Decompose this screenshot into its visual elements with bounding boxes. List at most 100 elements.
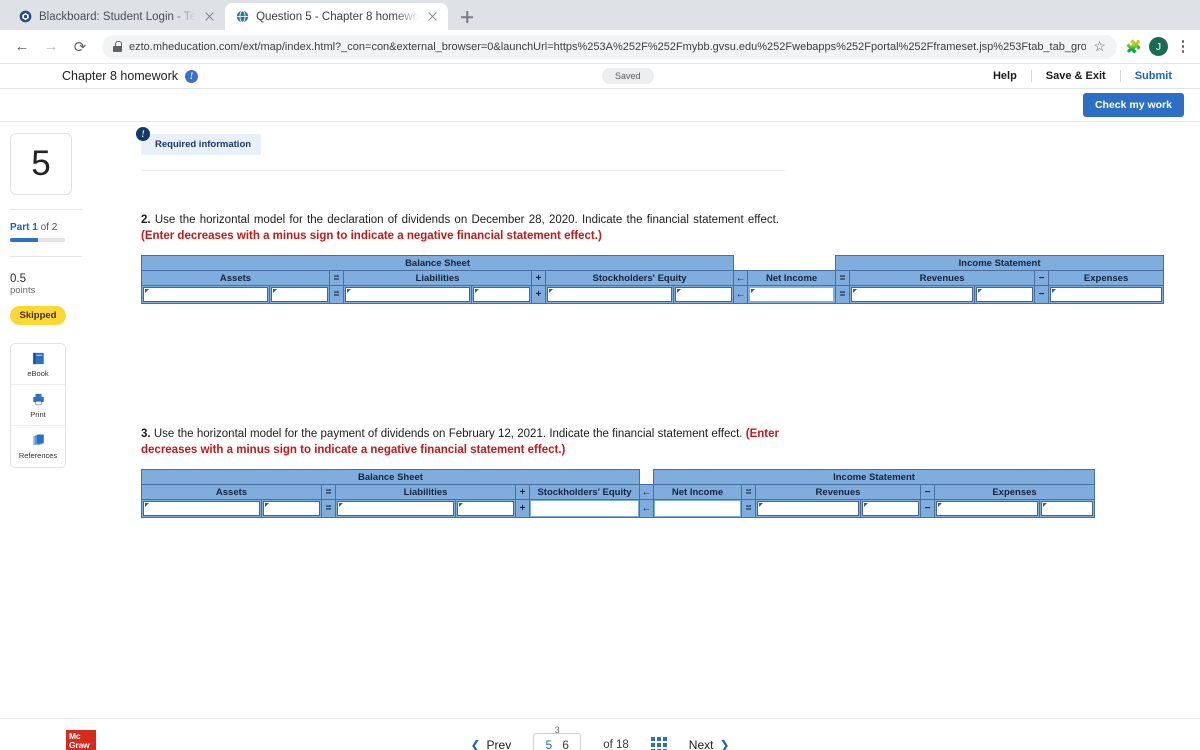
page-number-box[interactable]: 3 5 6 — [533, 725, 582, 750]
cell-expenses-amount[interactable] — [1038, 499, 1096, 518]
operator-equals: = — [321, 499, 336, 518]
cell-expenses-label[interactable] — [934, 499, 1040, 518]
prev-button[interactable]: ❮ Prev — [470, 738, 511, 750]
close-icon[interactable] — [426, 10, 439, 23]
chrome-menu-icon[interactable] — [1175, 40, 1191, 53]
next-page-number[interactable]: 6 — [562, 738, 569, 750]
cell-net-income[interactable] — [747, 285, 837, 304]
revenues-label-input[interactable] — [851, 287, 974, 302]
page-body: 5 Part 1 of 2 0.5 points Skipped eBook P… — [0, 122, 1200, 718]
revenues-amount-input[interactable] — [976, 287, 1034, 302]
operator-plus: + — [531, 285, 546, 304]
cell-liabilities-amount[interactable] — [455, 499, 516, 518]
address-bar[interactable]: ezto.mheducation.com/ext/map/index.html?… — [102, 34, 1117, 59]
expenses-label-input[interactable] — [936, 501, 1038, 516]
sidebar-item-ebook[interactable]: eBook — [11, 344, 65, 385]
help-button[interactable]: Help — [979, 70, 1031, 82]
expenses-amount-input[interactable] — [1041, 501, 1094, 516]
equity-amount-input[interactable] — [675, 287, 733, 302]
page-total: of 18 — [603, 738, 629, 750]
assets-label-input[interactable] — [143, 287, 268, 302]
assets-amount-input[interactable] — [263, 501, 320, 516]
sidebar-item-references[interactable]: References — [11, 426, 65, 467]
question-2-text: 2. Use the horizontal model for the decl… — [141, 212, 779, 244]
cell-assets-label[interactable] — [141, 499, 262, 518]
points-label: points — [10, 285, 36, 296]
current-page[interactable]: 5 — [546, 738, 553, 750]
revenues-amount-input[interactable] — [862, 501, 919, 516]
cell-revenues-amount[interactable] — [860, 499, 921, 518]
url-text: ezto.mheducation.com/ext/map/index.html?… — [129, 40, 1087, 53]
cell-assets-amount[interactable] — [269, 285, 330, 304]
next-button[interactable]: Next ❯ — [689, 738, 730, 750]
group-header-balance-sheet: Balance Sheet — [140, 255, 735, 271]
operator-arrow: ← — [733, 270, 749, 286]
question-2-body: Use the horizontal model for the declara… — [150, 214, 779, 226]
net-income-input[interactable] — [749, 287, 835, 302]
extensions-icon[interactable]: 🧩 — [1126, 39, 1142, 55]
expenses-input[interactable] — [1050, 287, 1163, 302]
table-gap — [733, 255, 836, 271]
operator-plus: + — [531, 270, 546, 286]
cell-revenues-label[interactable] — [755, 499, 861, 518]
status-badge-skipped: Skipped — [10, 306, 66, 325]
liabilities-label-input[interactable] — [345, 287, 470, 302]
required-information-row: ! Required information — [136, 127, 1200, 164]
browser-chrome: Blackboard: Student Login - Te Question … — [0, 0, 1200, 64]
assets-label-input[interactable] — [143, 501, 260, 516]
reload-icon[interactable]: ⟳ — [67, 34, 93, 60]
liabilities-amount-input[interactable] — [473, 287, 530, 302]
question-number-card: 5 — [10, 133, 72, 195]
horizontal-model-table-3: Balance Sheet Income Statement Assets = … — [141, 469, 1096, 518]
equity-label-input[interactable] — [547, 287, 672, 302]
operator-arrow: ← — [733, 285, 749, 304]
cell-expenses[interactable] — [1048, 285, 1165, 304]
tab-title: Question 5 - Chapter 8 homewo — [256, 10, 420, 23]
col-header-stockholders-equity: Stockholders' Equity — [544, 270, 735, 286]
cell-revenues-label[interactable] — [849, 285, 976, 304]
browser-tab-question5[interactable]: Question 5 - Chapter 8 homewo — [225, 3, 449, 30]
revenues-label-input[interactable] — [757, 501, 859, 516]
cell-net-income-empty — [653, 499, 742, 518]
new-tab-button[interactable] — [454, 4, 480, 30]
cell-assets-label[interactable] — [141, 285, 270, 304]
forward-icon[interactable]: → — [38, 34, 64, 60]
cell-revenues-amount[interactable] — [974, 285, 1036, 304]
avatar[interactable]: J — [1149, 37, 1168, 56]
bookmark-star-icon[interactable]: ☆ — [1093, 38, 1106, 55]
assets-amount-input[interactable] — [271, 287, 328, 302]
cell-liabilities-label[interactable] — [335, 499, 456, 518]
question-3-body: Use the horizontal model for the payment… — [150, 428, 746, 440]
table-group-header-row: Balance Sheet Income Statement — [140, 255, 1165, 271]
info-icon[interactable]: ! — [185, 69, 199, 83]
app-header-actions: Help Save & Exit Submit — [979, 70, 1186, 82]
col-header-expenses: Expenses — [933, 484, 1096, 500]
cell-assets-amount[interactable] — [261, 499, 322, 518]
question-3-number: 3. — [141, 428, 151, 440]
browser-tab-blackboard[interactable]: Blackboard: Student Login - Te — [8, 3, 226, 30]
cell-equity-label[interactable] — [545, 285, 674, 304]
cell-liabilities-amount[interactable] — [471, 285, 532, 304]
grid-menu-icon[interactable] — [650, 736, 667, 750]
submit-button[interactable]: Submit — [1119, 70, 1186, 82]
sidebar-item-print[interactable]: Print — [11, 385, 65, 426]
col-header-net-income: Net Income — [653, 484, 742, 500]
liabilities-amount-input[interactable] — [457, 501, 514, 516]
col-header-revenues: Revenues — [849, 270, 1036, 286]
cell-equity-amount[interactable] — [672, 285, 735, 304]
back-icon[interactable]: ← — [9, 34, 35, 60]
save-and-exit-button[interactable]: Save & Exit — [1030, 70, 1120, 82]
equity-empty-cell — [531, 501, 638, 516]
progress-bar — [10, 238, 65, 242]
cell-equity-empty — [529, 499, 640, 518]
liabilities-label-input[interactable] — [337, 501, 454, 516]
table-row: = + ← = − — [141, 285, 1165, 304]
app-header: Chapter 8 homework ! Saved Help Save & E… — [0, 64, 1200, 89]
cell-liabilities-label[interactable] — [343, 285, 472, 304]
horizontal-model-table-2: Balance Sheet Income Statement Assets = … — [140, 255, 1165, 304]
check-my-work-button[interactable]: Check my work — [1082, 93, 1184, 117]
close-icon[interactable] — [203, 10, 216, 23]
col-header-assets: Assets — [141, 270, 330, 286]
group-header-balance-sheet: Balance Sheet — [141, 469, 640, 485]
operator-minus: − — [1034, 285, 1050, 304]
